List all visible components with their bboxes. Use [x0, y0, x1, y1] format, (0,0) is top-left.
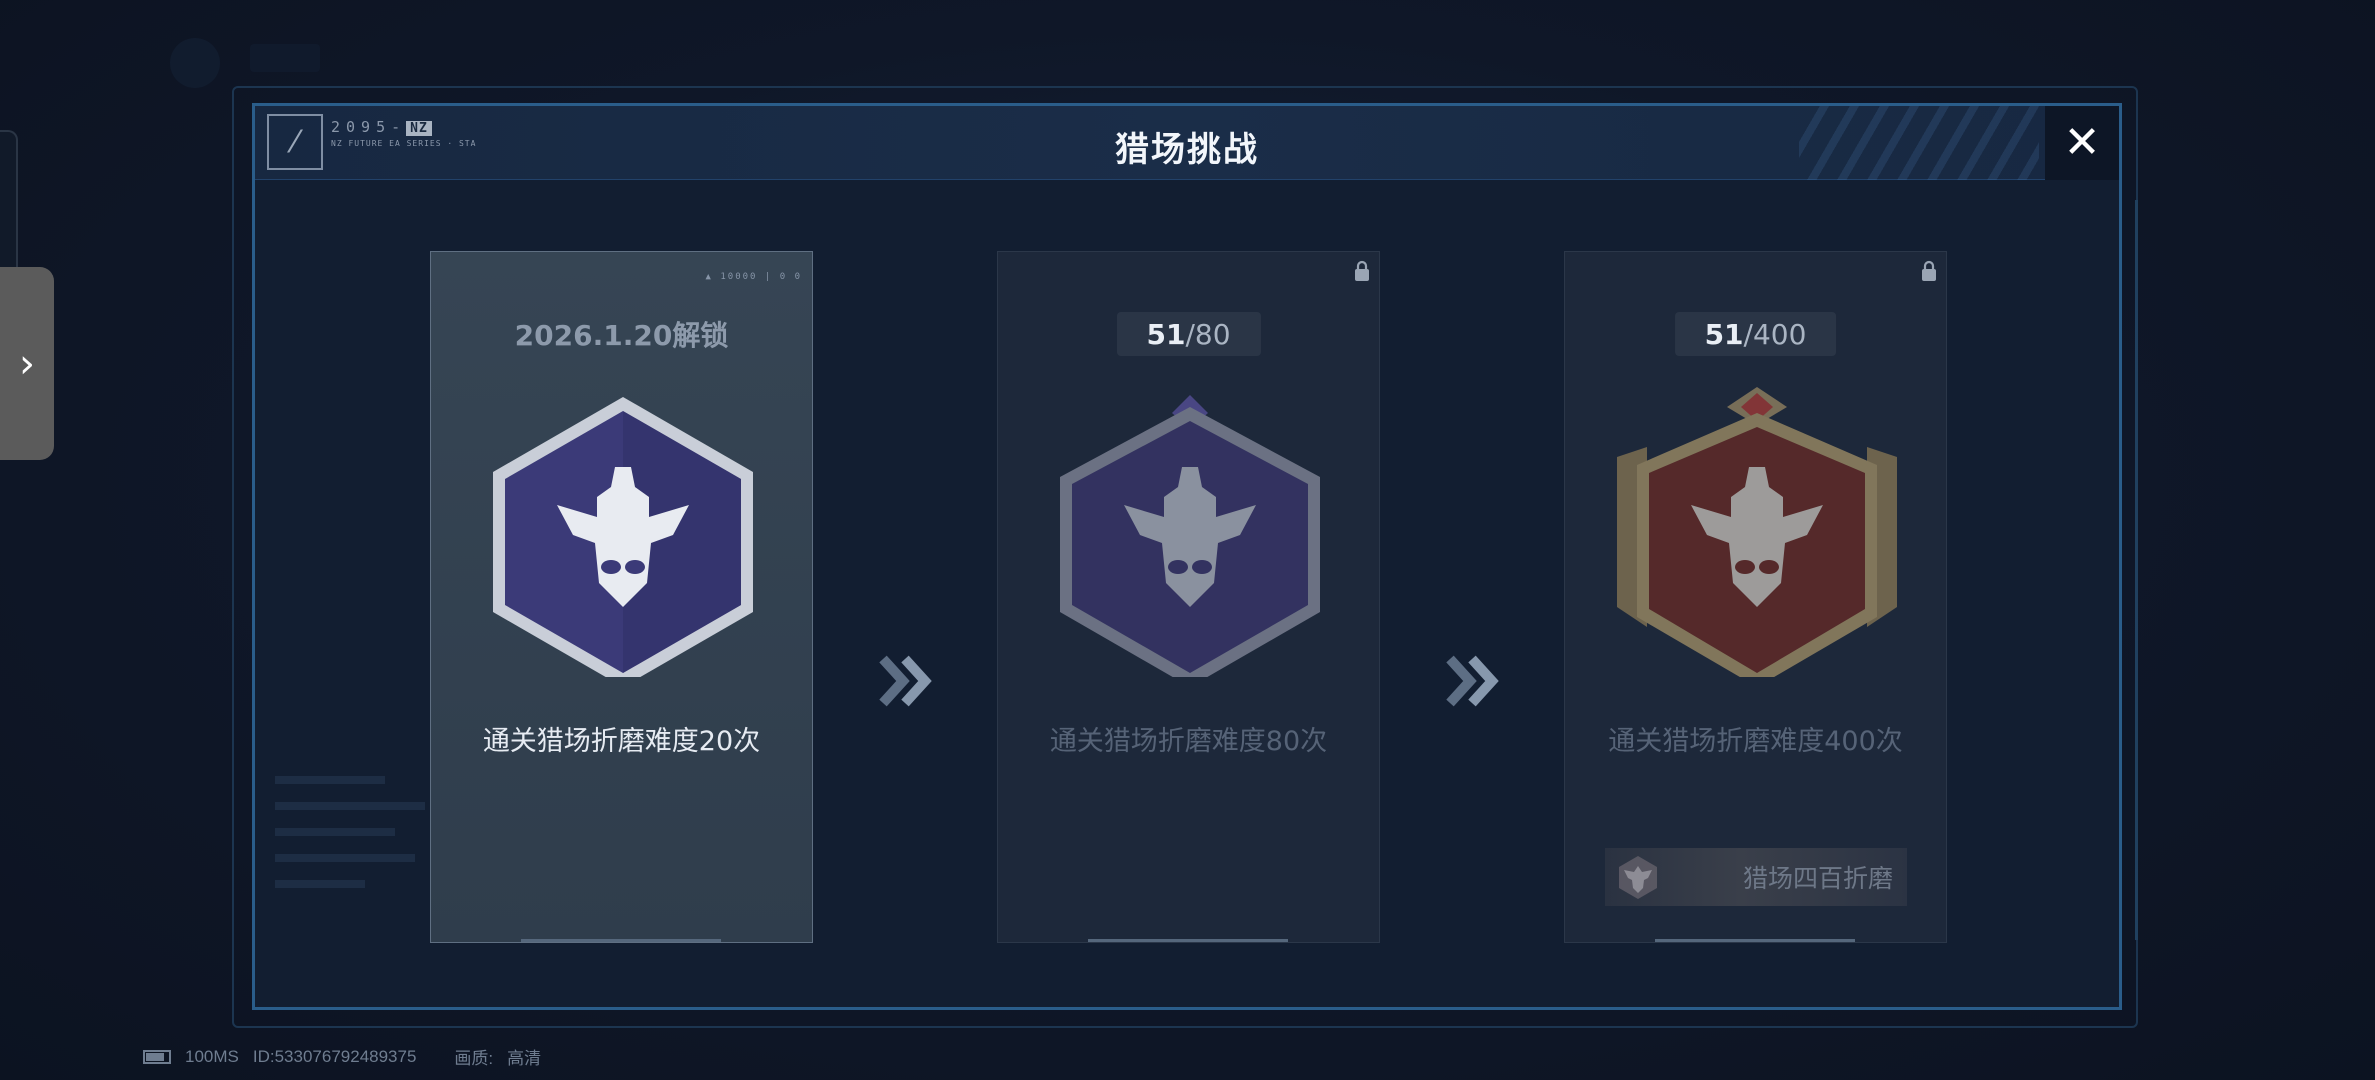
- close-icon: ✕: [2063, 117, 2101, 168]
- progress-counter: 51/80: [1116, 312, 1261, 356]
- card-bottom-bar: [521, 939, 721, 942]
- reward-badge-icon: [1619, 856, 1657, 899]
- unlock-date: 2026.1.20解锁: [514, 319, 729, 352]
- battery-icon: [143, 1049, 171, 1064]
- card-bottom-bar: [1655, 939, 1855, 942]
- deco-line: [275, 828, 395, 836]
- deco-line: [275, 854, 415, 862]
- chevron-double-right-icon: [879, 655, 932, 707]
- progress-total: 80: [1194, 317, 1231, 351]
- challenge-description: 通关猎场折磨难度20次: [482, 726, 761, 757]
- challenge-description: 通关猎场折磨难度400次: [1608, 726, 1903, 757]
- deco-line: [275, 776, 385, 784]
- ping-text: 100MS: [185, 1046, 239, 1066]
- quality-label: 画质:: [454, 1049, 494, 1068]
- close-button[interactable]: ✕: [2045, 106, 2119, 180]
- lock-icon: [1922, 260, 1936, 281]
- modal-header: ⁄ 2095- NZ NZ FUTURE EA SERIES · STA 猎场挑战…: [255, 106, 2119, 180]
- challenge-description: 通关猎场折磨难度80次: [1049, 726, 1328, 757]
- hunter-badge-icon: [1060, 395, 1320, 677]
- status-bar: 100MS ID:533076792489375 画质: 高清: [143, 1044, 541, 1069]
- background-title-placeholder: [250, 44, 320, 72]
- challenge-card-3[interactable]: 51/400 通关猎场折磨难度400次 猎场四百折磨: [1564, 251, 1947, 943]
- hunter-badge-icon: [1617, 387, 1897, 677]
- player-id: ID:533076792489375: [252, 1046, 417, 1066]
- card-bottom-bar: [1088, 939, 1288, 942]
- progress-counter: 51/400: [1674, 312, 1837, 356]
- progress-separator: /: [1743, 317, 1753, 351]
- progress-current: 51: [1146, 317, 1186, 351]
- card-code: ▲ 10000 | 0 0: [705, 272, 802, 282]
- reward-title-tag[interactable]: 猎场四百折磨: [1605, 848, 1907, 906]
- hunter-badge-icon: [493, 397, 753, 677]
- chevron-double-right-icon: [1446, 655, 1499, 707]
- progress-total: 400: [1752, 317, 1807, 351]
- back-icon: [170, 38, 220, 88]
- challenge-card-1[interactable]: ▲ 10000 | 0 0 2026.1.20解锁 通关猎场折磨难度20次: [430, 251, 813, 943]
- lock-icon: [1355, 260, 1369, 281]
- page-title: 猎场挑战: [1115, 130, 1259, 170]
- deco-line: [275, 880, 365, 888]
- reward-title-label: 猎场四百折磨: [1742, 864, 1893, 893]
- challenge-card-2[interactable]: 51/80 通关猎场折磨难度80次: [997, 251, 1380, 943]
- quality-value: 高清: [507, 1049, 542, 1068]
- progress-separator: /: [1185, 317, 1195, 351]
- chevron-right-icon: ›: [19, 340, 35, 387]
- deco-line: [275, 802, 425, 810]
- progress-current: 51: [1704, 317, 1744, 351]
- side-toggle-button[interactable]: ›: [0, 267, 54, 460]
- challenge-modal: ⁄ 2095- NZ NZ FUTURE EA SERIES · STA 猎场挑战…: [252, 103, 2122, 1010]
